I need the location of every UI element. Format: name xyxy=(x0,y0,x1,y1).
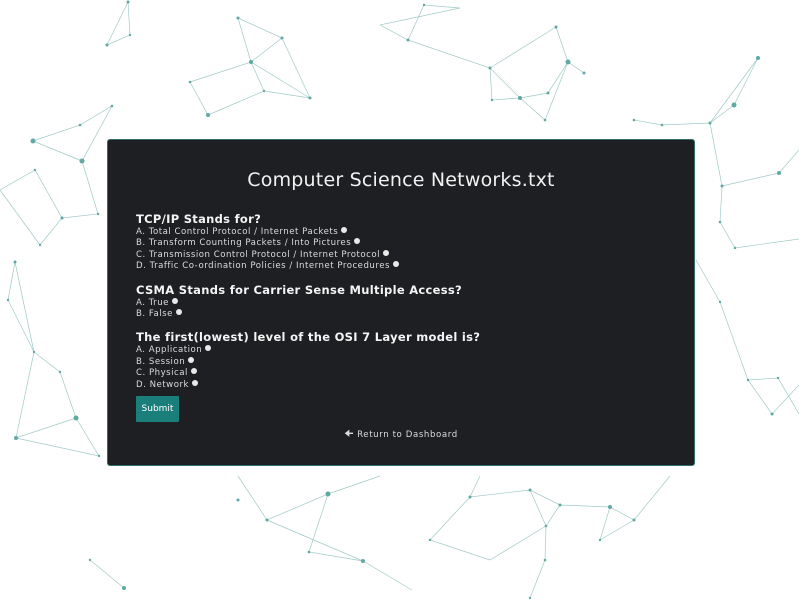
option-label: C. Physical xyxy=(136,368,188,379)
answer-option: A. Total Control Protocol / Internet Pac… xyxy=(136,227,676,238)
radio-button[interactable] xyxy=(175,308,182,315)
submit-button[interactable]: Submit xyxy=(136,396,179,422)
radio-button[interactable] xyxy=(392,261,399,268)
radio-button[interactable] xyxy=(188,356,195,363)
quiz-card: Computer Science Networks.txt TCP/IP Sta… xyxy=(107,139,695,466)
answer-option: B. Session xyxy=(136,356,676,368)
radio-button[interactable] xyxy=(382,249,389,256)
question-text: TCP/IP Stands for? xyxy=(136,212,262,226)
option-label: A. Application xyxy=(136,345,203,356)
option-label: D. Network xyxy=(136,379,189,390)
answer-option: C. Physical xyxy=(136,368,676,379)
return-label: Return to Dashboard xyxy=(357,430,458,440)
radio-button[interactable] xyxy=(205,345,212,352)
question-text: CSMA Stands for Carrier Sense Multiple A… xyxy=(136,282,463,297)
option-label: B. Transform Counting Packets / Into Pic… xyxy=(136,238,352,249)
question-2: CSMA Stands for Carrier Sense Multiple A… xyxy=(136,283,676,321)
answer-option: D. Network xyxy=(136,379,676,391)
radio-button[interactable] xyxy=(354,238,361,245)
option-label: B. False xyxy=(136,308,173,319)
option-label: A. Total Control Protocol / Internet Pac… xyxy=(136,227,339,237)
question-1: TCP/IP Stands for? A. Total Control Prot… xyxy=(136,212,676,273)
option-label: A. True xyxy=(136,297,169,308)
answer-option: C. Transmission Control Protocol / Inter… xyxy=(136,249,676,261)
question-3: The first(lowest) level of the OSI 7 Lay… xyxy=(136,330,676,391)
answer-option: D. Traffic Co-ordination Policies / Inte… xyxy=(136,261,676,272)
answer-option: B. Transform Counting Packets / Into Pic… xyxy=(136,238,676,249)
radio-button[interactable] xyxy=(190,368,197,375)
question-text: The first(lowest) level of the OSI 7 Lay… xyxy=(136,330,481,345)
answer-option: A. True xyxy=(136,297,676,309)
radio-button[interactable] xyxy=(171,297,178,304)
answer-option: A. Application xyxy=(136,345,676,356)
return-to-dashboard-link[interactable]: 🠈 Return to Dashboard xyxy=(108,427,694,444)
radio-button[interactable] xyxy=(191,379,198,386)
option-label: C. Transmission Control Protocol / Inter… xyxy=(136,249,380,260)
option-label: D. Traffic Co-ordination Policies / Inte… xyxy=(136,261,390,272)
question-list: TCP/IP Stands for? A. Total Control Prot… xyxy=(136,212,676,401)
option-label: B. Session xyxy=(136,356,186,367)
quiz-title: Computer Science Networks.txt xyxy=(247,169,555,191)
radio-button[interactable] xyxy=(341,227,348,233)
arrow-left-icon: 🠈 xyxy=(344,429,355,440)
answer-option: B. False xyxy=(136,308,676,320)
